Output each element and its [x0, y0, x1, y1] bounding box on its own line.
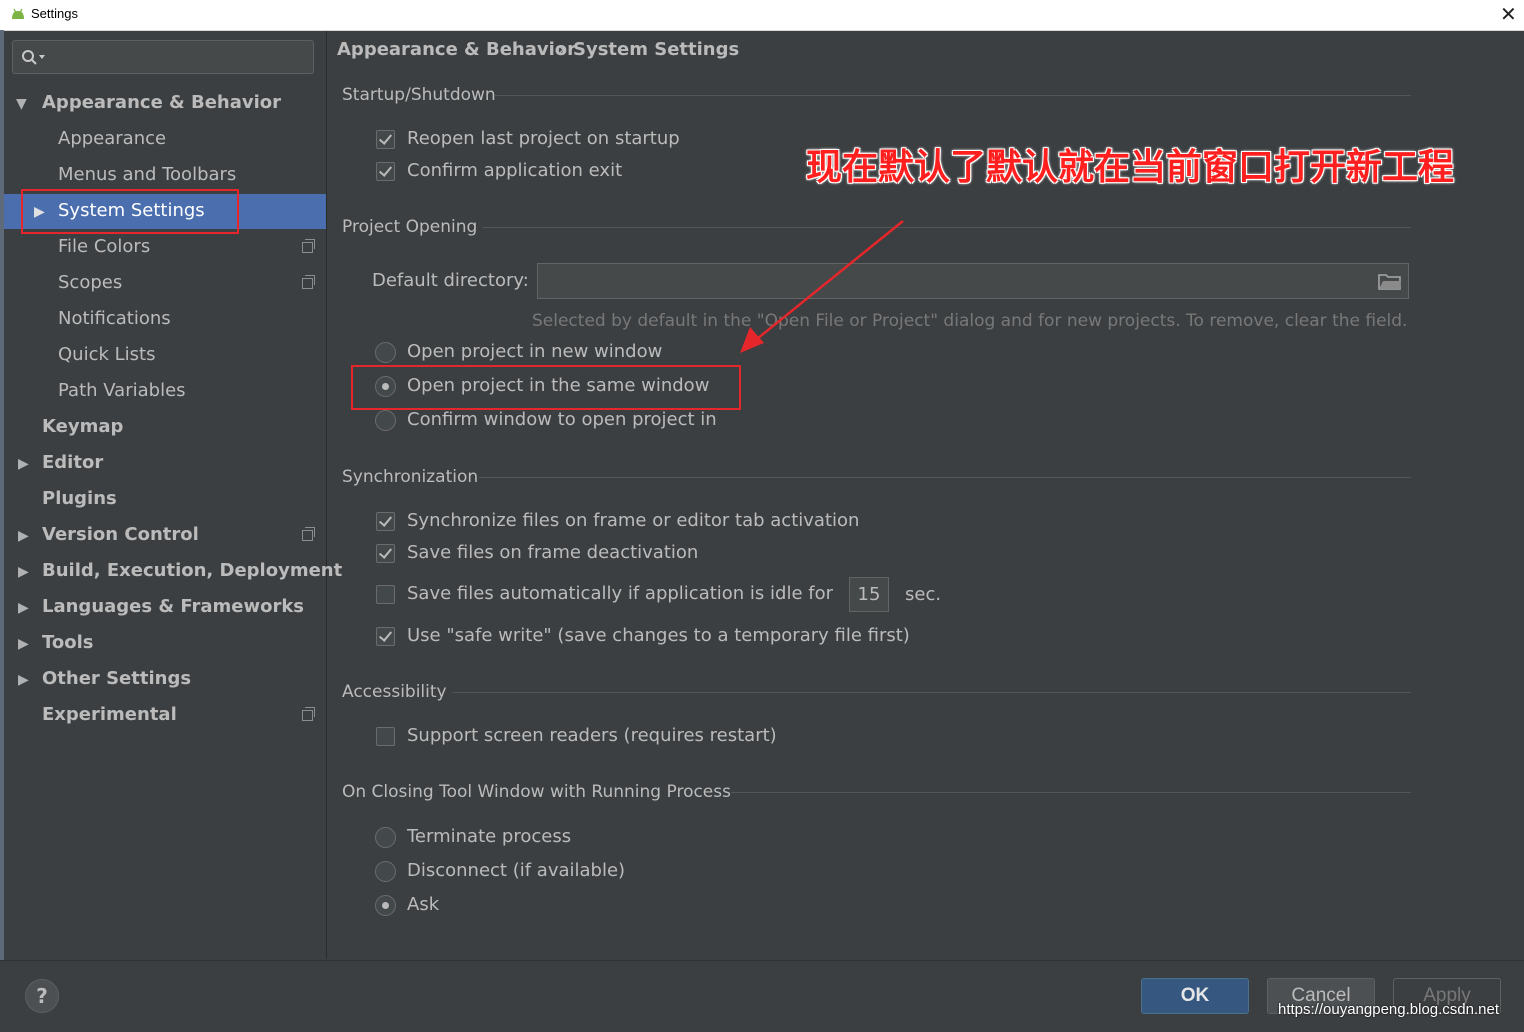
- idle-unit-label: sec.: [905, 584, 942, 605]
- section-divider: [483, 227, 1411, 228]
- ask-radio[interactable]: [375, 895, 396, 916]
- annotation-highlight-box: [351, 365, 741, 410]
- confirm-window-label[interactable]: Confirm window to open project in: [407, 409, 717, 430]
- project-copy-icon: [302, 707, 315, 721]
- collapsed-arrow-icon[interactable]: ▶: [18, 456, 29, 472]
- section-divider: [452, 692, 1411, 693]
- sidebar-item-scopes[interactable]: Scopes: [58, 272, 122, 293]
- project-copy-icon: [302, 527, 315, 541]
- section-accessibility-title: Accessibility: [342, 682, 447, 702]
- save-idle-label[interactable]: Save files automatically if application …: [407, 583, 833, 604]
- sidebar-item-editor[interactable]: Editor: [42, 452, 103, 473]
- sidebar-item-experimental[interactable]: Experimental: [42, 704, 177, 725]
- section-divider: [479, 477, 1411, 478]
- terminate-process-label[interactable]: Terminate process: [407, 826, 571, 847]
- ok-button[interactable]: OK: [1141, 978, 1249, 1014]
- section-project-opening-title: Project Opening: [342, 217, 478, 237]
- sidebar-item-keymap[interactable]: Keymap: [42, 416, 123, 437]
- annotation-highlight-box: [21, 189, 239, 234]
- sidebar-item-tools[interactable]: Tools: [42, 632, 94, 653]
- expanded-arrow-icon[interactable]: ▼: [16, 96, 27, 112]
- sidebar-item-languages-frameworks[interactable]: Languages & Frameworks: [42, 596, 304, 617]
- save-idle-checkbox[interactable]: [376, 585, 395, 604]
- default-directory-label: Default directory:: [372, 270, 529, 291]
- sidebar-item-other-settings[interactable]: Other Settings: [42, 668, 191, 689]
- screen-readers-label[interactable]: Support screen readers (requires restart…: [407, 725, 777, 746]
- sync-files-label[interactable]: Synchronize files on frame or editor tab…: [407, 510, 859, 531]
- close-icon[interactable]: ✕: [1500, 2, 1517, 26]
- collapsed-arrow-icon[interactable]: ▶: [18, 564, 29, 580]
- save-deactivation-label[interactable]: Save files on frame deactivation: [407, 542, 698, 563]
- section-startup-title: Startup/Shutdown: [342, 85, 496, 105]
- save-deactivation-checkbox[interactable]: [376, 544, 395, 563]
- section-sync-title: Synchronization: [342, 467, 479, 487]
- breadcrumb-current: System Settings: [573, 39, 740, 60]
- search-icon: [22, 50, 45, 65]
- android-icon: [12, 8, 24, 19]
- annotation-text: 现在默认了默认就在当前窗口打开新工程: [806, 147, 1455, 188]
- annotation-arrow-icon: [740, 220, 904, 353]
- default-directory-hint: Selected by default in the "Open File or…: [532, 311, 1408, 331]
- watermark: https://ouyangpeng.blog.csdn.net: [1278, 1001, 1500, 1018]
- sidebar-item-quick-lists[interactable]: Quick Lists: [58, 344, 155, 365]
- safe-write-checkbox[interactable]: [376, 627, 395, 646]
- sidebar-item-appearance-behavior[interactable]: Appearance & Behavior: [42, 92, 281, 113]
- reopen-project-checkbox[interactable]: [376, 130, 395, 149]
- collapsed-arrow-icon[interactable]: ▶: [18, 528, 29, 544]
- search-input[interactable]: [12, 40, 314, 74]
- disconnect-radio[interactable]: [375, 861, 396, 882]
- project-copy-icon: [302, 275, 315, 289]
- sidebar-item-notifications[interactable]: Notifications: [58, 308, 171, 329]
- sidebar-item-version-control[interactable]: Version Control: [42, 524, 199, 545]
- screen-readers-checkbox[interactable]: [376, 727, 395, 746]
- confirm-window-radio[interactable]: [375, 410, 396, 431]
- idle-seconds-input[interactable]: 15: [849, 577, 889, 612]
- sync-files-checkbox[interactable]: [376, 512, 395, 531]
- collapsed-arrow-icon[interactable]: ▶: [18, 600, 29, 616]
- open-new-window-radio[interactable]: [375, 342, 396, 363]
- confirm-exit-checkbox[interactable]: [376, 162, 395, 181]
- open-new-window-label[interactable]: Open project in new window: [407, 341, 662, 362]
- disconnect-label[interactable]: Disconnect (if available): [407, 860, 625, 881]
- sidebar-item-plugins[interactable]: Plugins: [42, 488, 117, 509]
- title-bar: Settings ✕: [0, 0, 1524, 31]
- default-directory-field[interactable]: [537, 263, 1409, 299]
- reopen-project-label[interactable]: Reopen last project on startup: [407, 128, 680, 149]
- sidebar-item-path-variables[interactable]: Path Variables: [58, 380, 186, 401]
- folder-icon[interactable]: [1378, 272, 1402, 291]
- breadcrumb-separator: ›: [558, 39, 566, 60]
- sidebar-item-menus-toolbars[interactable]: Menus and Toolbars: [58, 164, 236, 185]
- section-divider: [495, 95, 1411, 96]
- safe-write-label[interactable]: Use "safe write" (save changes to a temp…: [407, 625, 910, 646]
- collapsed-arrow-icon[interactable]: ▶: [18, 636, 29, 652]
- ask-label[interactable]: Ask: [407, 894, 439, 915]
- collapsed-arrow-icon[interactable]: ▶: [18, 672, 29, 688]
- project-copy-icon: [302, 239, 315, 253]
- confirm-exit-label[interactable]: Confirm application exit: [407, 160, 622, 181]
- section-closing-title: On Closing Tool Window with Running Proc…: [342, 782, 731, 802]
- sidebar-item-appearance[interactable]: Appearance: [58, 128, 166, 149]
- terminate-process-radio[interactable]: [375, 827, 396, 848]
- help-button[interactable]: ?: [25, 979, 59, 1013]
- sidebar-item-build-execution-deployment[interactable]: Build, Execution, Deployment: [42, 560, 342, 581]
- window-title: Settings: [31, 6, 78, 21]
- breadcrumb-parent[interactable]: Appearance & Behavior: [337, 39, 576, 60]
- section-divider: [731, 792, 1411, 793]
- sidebar-item-file-colors[interactable]: File Colors: [58, 236, 150, 257]
